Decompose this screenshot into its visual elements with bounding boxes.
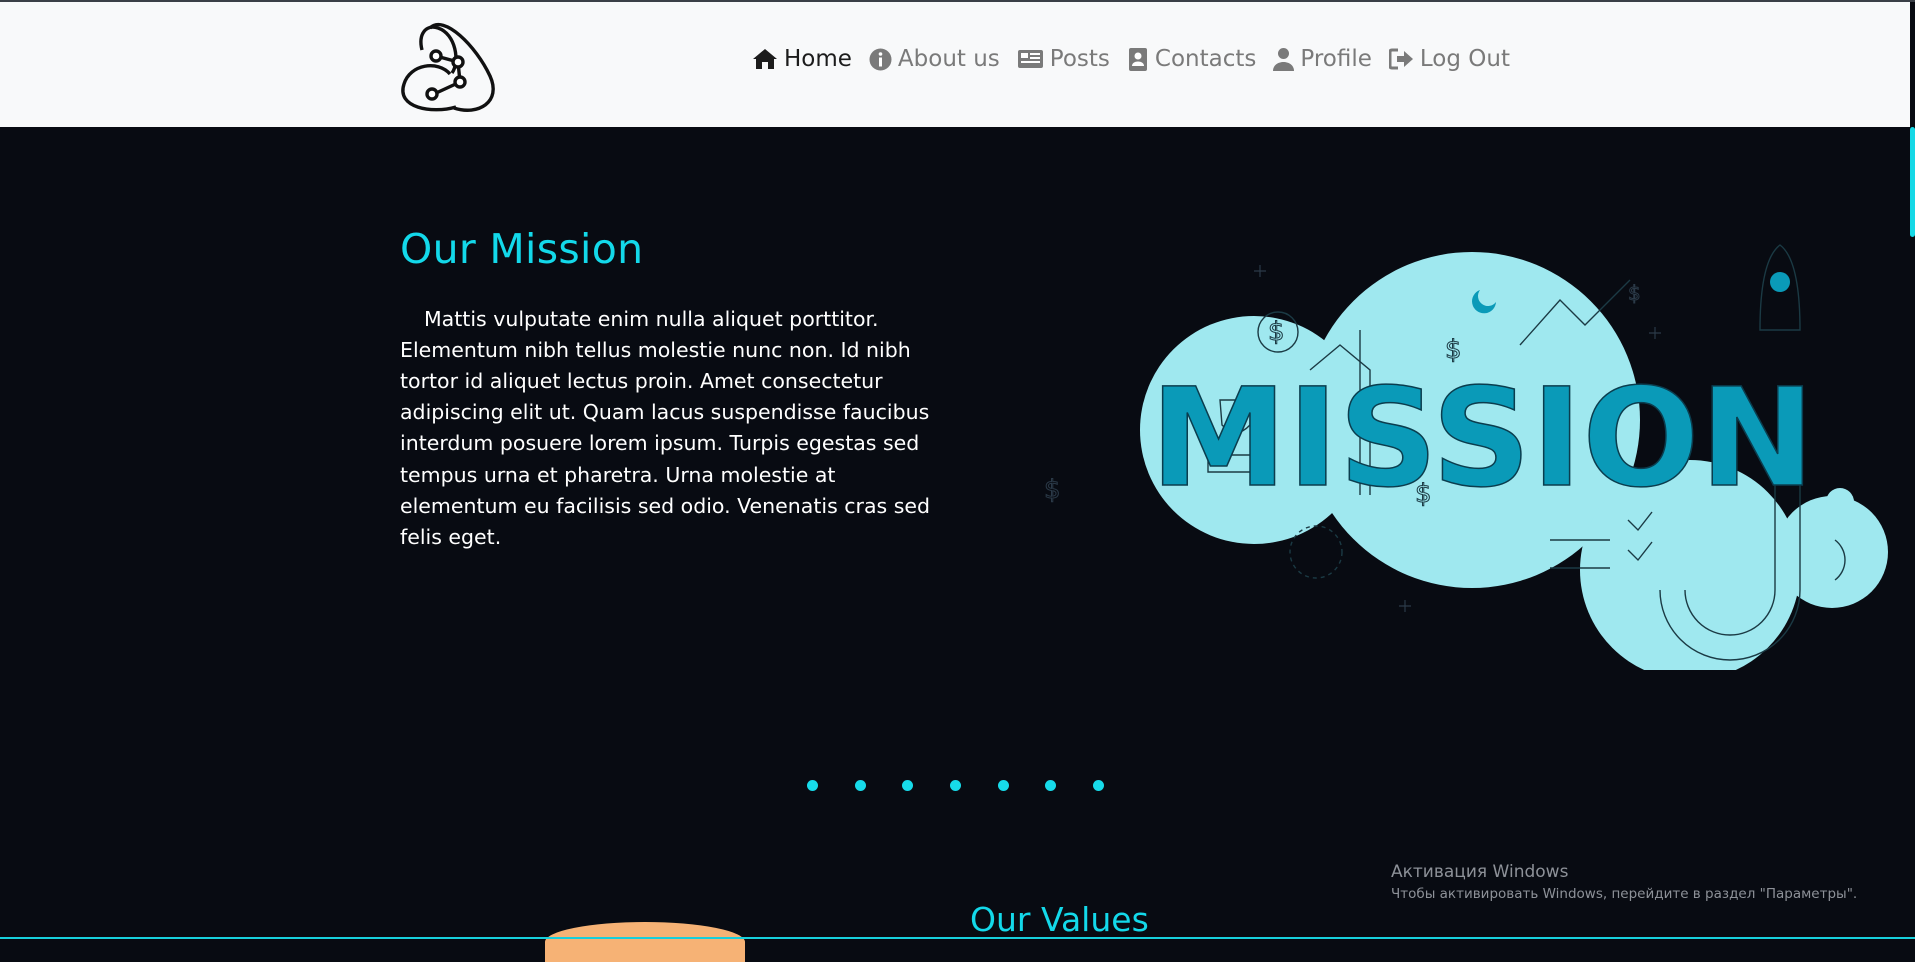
nav-about-us-label: About us: [897, 46, 1000, 72]
mission-title: Our Mission: [400, 225, 644, 273]
nav-profile[interactable]: Profile: [1273, 46, 1372, 72]
carousel-dot[interactable]: [950, 780, 962, 791]
nav-home[interactable]: Home: [752, 46, 852, 72]
nav-about-us[interactable]: About us: [869, 46, 1000, 72]
windows-activation-subtitle: Чтобы активировать Windows, перейдите в …: [1391, 886, 1858, 902]
values-image-top: [545, 922, 745, 962]
carousel-dot[interactable]: [997, 780, 1009, 791]
carousel-indicators: [807, 780, 1141, 791]
rocket-window: [1770, 272, 1790, 292]
mission-text: Mattis vulputate enim nulla aliquet port…: [400, 306, 931, 549]
scrollbar-thumb[interactable]: [1910, 127, 1915, 237]
logo-icon[interactable]: [398, 16, 500, 116]
windows-activation-watermark: Активация Windows Чтобы активировать Win…: [1391, 862, 1857, 902]
home-icon: [753, 49, 777, 69]
sign-out-icon: [1388, 48, 1413, 70]
carousel-dot[interactable]: [902, 780, 914, 791]
svg-text:$: $: [1628, 281, 1641, 305]
svg-text:$: $: [1268, 317, 1285, 347]
windows-activation-title: Активация Windows: [1391, 862, 1569, 882]
user-icon: [1273, 48, 1295, 71]
nav-contacts-label: Contacts: [1154, 46, 1257, 72]
main-nav: Home About us Posts Contacts Profile Log…: [752, 46, 1527, 72]
carousel-dot[interactable]: [1093, 780, 1105, 791]
svg-text:$: $: [1044, 475, 1061, 505]
address-book-icon: [1128, 47, 1147, 71]
nav-log-out-label: Log Out: [1419, 46, 1510, 72]
info-icon: [869, 48, 892, 70]
mission-illustration: MISSION $ $ $ $ $: [1044, 244, 1888, 670]
navbar: Home About us Posts Contacts Profile Log…: [0, 2, 1910, 127]
svg-text:$: $: [1445, 335, 1462, 365]
nav-home-label: Home: [784, 46, 852, 72]
newspaper-icon: [1017, 50, 1043, 68]
nav-profile-label: Profile: [1300, 46, 1372, 72]
svg-text:$: $: [1415, 479, 1432, 509]
carousel-dot[interactable]: [1045, 780, 1057, 791]
nav-contacts[interactable]: Contacts: [1127, 46, 1256, 72]
nav-posts[interactable]: Posts: [1017, 46, 1110, 72]
carousel-dot[interactable]: [807, 780, 818, 791]
nav-log-out[interactable]: Log Out: [1388, 46, 1510, 72]
carousel-dot[interactable]: [854, 780, 866, 791]
mission-word: MISSION: [1150, 360, 1815, 518]
nav-posts-label: Posts: [1049, 46, 1110, 72]
values-title: Our Values: [970, 900, 1149, 939]
